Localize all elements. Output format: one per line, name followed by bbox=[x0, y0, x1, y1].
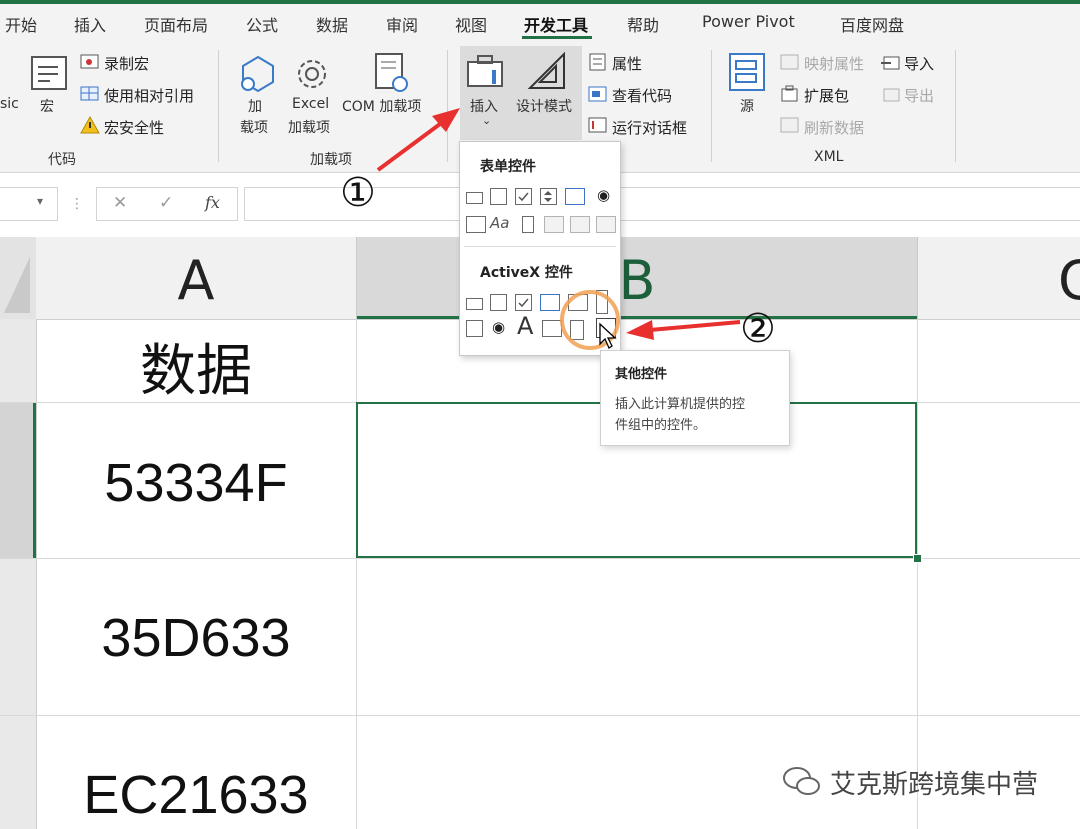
watermark: 艾克斯跨境集中营 bbox=[782, 760, 1052, 804]
step-2-marker: ② bbox=[740, 306, 776, 352]
wechat-icon bbox=[782, 764, 822, 805]
watermark-text: 艾克斯跨境集中营 bbox=[830, 770, 1039, 800]
annotation-arrows bbox=[376, 108, 741, 340]
step-1-marker: ① bbox=[340, 170, 376, 216]
